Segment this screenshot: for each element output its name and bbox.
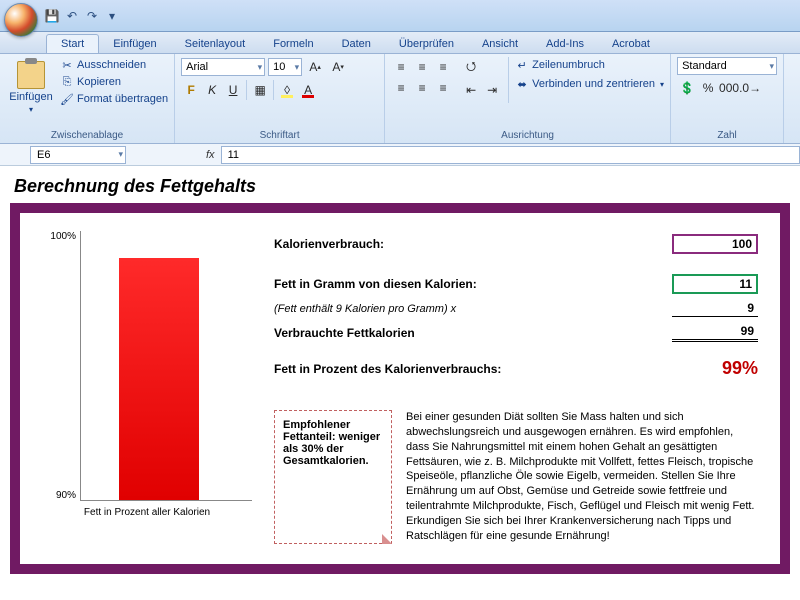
- group-label-number: Zahl: [677, 129, 777, 142]
- wrap-icon: ↵: [515, 58, 529, 72]
- tab-einfuegen[interactable]: Einfügen: [99, 35, 170, 53]
- copy-label: Kopieren: [77, 76, 121, 88]
- group-label-clipboard: Zwischenablage: [6, 129, 168, 142]
- group-clipboard: Einfügen ▾ ✂Ausschneiden ⎘Kopieren 🖌Form…: [0, 54, 175, 143]
- quick-access-toolbar: 💾 ↶ ↷ ▾: [44, 8, 120, 24]
- font-family-select[interactable]: Arial: [181, 58, 265, 76]
- worksheet: Berechnung des Fettgehalts 100% 90% Fett…: [0, 166, 800, 582]
- cut-label: Ausschneiden: [77, 59, 146, 71]
- fat-factor: 9: [672, 300, 758, 317]
- increase-decimal-button[interactable]: .0→: [740, 78, 760, 98]
- fat-percent-value: 99%: [722, 358, 758, 379]
- calorie-value[interactable]: 100: [672, 234, 758, 254]
- align-bottom-button[interactable]: ≡: [433, 57, 453, 77]
- scissors-icon: ✂: [60, 58, 74, 72]
- fat-calories-value: 99: [672, 323, 758, 342]
- ribbon-tabs: Start Einfügen Seitenlayout Formeln Date…: [0, 32, 800, 54]
- chart-plot-area: [80, 231, 252, 501]
- paste-icon: [17, 61, 45, 89]
- indent-increase-button[interactable]: ⇥: [482, 80, 502, 100]
- fat-grams-label: Fett in Gramm von diesen Kalorien:: [274, 277, 477, 291]
- format-painter-button[interactable]: 🖌Format übertragen: [60, 91, 168, 107]
- chevron-down-icon: ▾: [660, 80, 664, 89]
- tab-ansicht[interactable]: Ansicht: [468, 35, 532, 53]
- chart-x-label: Fett in Prozent aller Kalorien: [42, 507, 252, 518]
- tab-daten[interactable]: Daten: [328, 35, 385, 53]
- cut-button[interactable]: ✂Ausschneiden: [60, 57, 168, 73]
- number-format-select[interactable]: Standard: [677, 57, 777, 75]
- formula-bar: E6 fx 11: [0, 144, 800, 166]
- tab-acrobat[interactable]: Acrobat: [598, 35, 664, 53]
- tab-addins[interactable]: Add-Ins: [532, 35, 598, 53]
- chart: 100% 90% Fett in Prozent aller Kalorien: [42, 231, 252, 544]
- comma-button[interactable]: 000: [719, 78, 739, 98]
- font-color-button[interactable]: A: [298, 80, 318, 100]
- align-right-button[interactable]: ≡: [433, 78, 453, 98]
- tab-start[interactable]: Start: [46, 34, 99, 53]
- redo-icon[interactable]: ↷: [84, 8, 100, 24]
- values-panel: Kalorienverbrauch: 100 Fett in Gramm von…: [274, 231, 758, 544]
- bold-button[interactable]: F: [181, 80, 201, 100]
- fat-percent-label: Fett in Prozent des Kalorienverbrauchs:: [274, 362, 501, 376]
- tab-formeln[interactable]: Formeln: [259, 35, 327, 53]
- percent-button[interactable]: %: [698, 78, 718, 98]
- calorie-label: Kalorienverbrauch:: [274, 237, 384, 251]
- tab-seitenlayout[interactable]: Seitenlayout: [171, 35, 260, 53]
- office-button[interactable]: [4, 3, 38, 37]
- merge-icon: ⬌: [515, 77, 529, 91]
- fat-calories-label: Verbrauchte Fettkalorien: [274, 326, 415, 340]
- group-number: Standard 💲 % 000 .0→ Zahl: [671, 54, 784, 143]
- align-left-button[interactable]: ≡: [391, 78, 411, 98]
- ribbon: Einfügen ▾ ✂Ausschneiden ⎘Kopieren 🖌Form…: [0, 54, 800, 144]
- advice-callout: Empfohlener Fettanteil: weniger als 30% …: [274, 410, 392, 544]
- format-label: Format übertragen: [77, 93, 168, 105]
- wrap-label: Zeilenumbruch: [532, 59, 605, 71]
- save-icon[interactable]: 💾: [44, 8, 60, 24]
- page-title: Berechnung des Fettgehalts: [10, 174, 790, 203]
- fill-color-button[interactable]: ◊: [277, 80, 297, 100]
- shrink-font-button[interactable]: A▾: [328, 57, 348, 77]
- group-label-alignment: Ausrichtung: [391, 129, 664, 142]
- fat-grams-value[interactable]: 11: [672, 274, 758, 294]
- align-center-button[interactable]: ≡: [412, 78, 432, 98]
- merge-center-button[interactable]: ⬌Verbinden und zentrieren ▾: [515, 76, 664, 92]
- italic-button[interactable]: K: [202, 80, 222, 100]
- undo-icon[interactable]: ↶: [64, 8, 80, 24]
- align-top-button[interactable]: ≡: [391, 57, 411, 77]
- orientation-button[interactable]: ⭯: [461, 57, 481, 77]
- copy-icon: ⎘: [60, 75, 74, 89]
- group-font: Arial 10 A▴ A▾ F K U ▦ ◊ A Schriftart: [175, 54, 385, 143]
- y-tick-bottom: 90%: [56, 490, 76, 501]
- align-middle-button[interactable]: ≡: [412, 57, 432, 77]
- chart-bar: [119, 258, 199, 500]
- formula-input[interactable]: 11: [221, 146, 800, 164]
- underline-button[interactable]: U: [223, 80, 243, 100]
- y-tick-top: 100%: [50, 231, 76, 242]
- group-alignment: ≡ ≡ ≡ ≡ ≡ ≡ ⭯ ⇤ ⇥ ↵Zeilenumbruch: [385, 54, 671, 143]
- qat-dropdown-icon[interactable]: ▾: [104, 8, 120, 24]
- paste-label: Einfügen: [9, 91, 52, 103]
- name-box[interactable]: E6: [30, 146, 126, 164]
- copy-button[interactable]: ⎘Kopieren: [60, 74, 168, 90]
- group-label-font: Schriftart: [181, 129, 378, 142]
- brush-icon: 🖌: [60, 92, 74, 106]
- border-button[interactable]: ▦: [250, 80, 270, 100]
- tab-ueberpruefen[interactable]: Überprüfen: [385, 35, 468, 53]
- currency-button[interactable]: 💲: [677, 78, 697, 98]
- font-size-select[interactable]: 10: [268, 58, 302, 76]
- title-bar: 💾 ↶ ↷ ▾: [0, 0, 800, 32]
- fat-note: (Fett enthält 9 Kalorien pro Gramm) x: [274, 303, 456, 315]
- chevron-down-icon: ▾: [29, 105, 33, 114]
- fx-icon[interactable]: fx: [206, 149, 215, 161]
- advice-body-text: Bei einer gesunden Diät sollten Sie Mass…: [406, 410, 758, 544]
- wrap-text-button[interactable]: ↵Zeilenumbruch: [515, 57, 664, 73]
- indent-decrease-button[interactable]: ⇤: [461, 80, 481, 100]
- grow-font-button[interactable]: A▴: [305, 57, 325, 77]
- merge-label: Verbinden und zentrieren: [532, 78, 655, 90]
- paste-button[interactable]: Einfügen ▾: [6, 57, 56, 129]
- content-panel: 100% 90% Fett in Prozent aller Kalorien …: [10, 203, 790, 574]
